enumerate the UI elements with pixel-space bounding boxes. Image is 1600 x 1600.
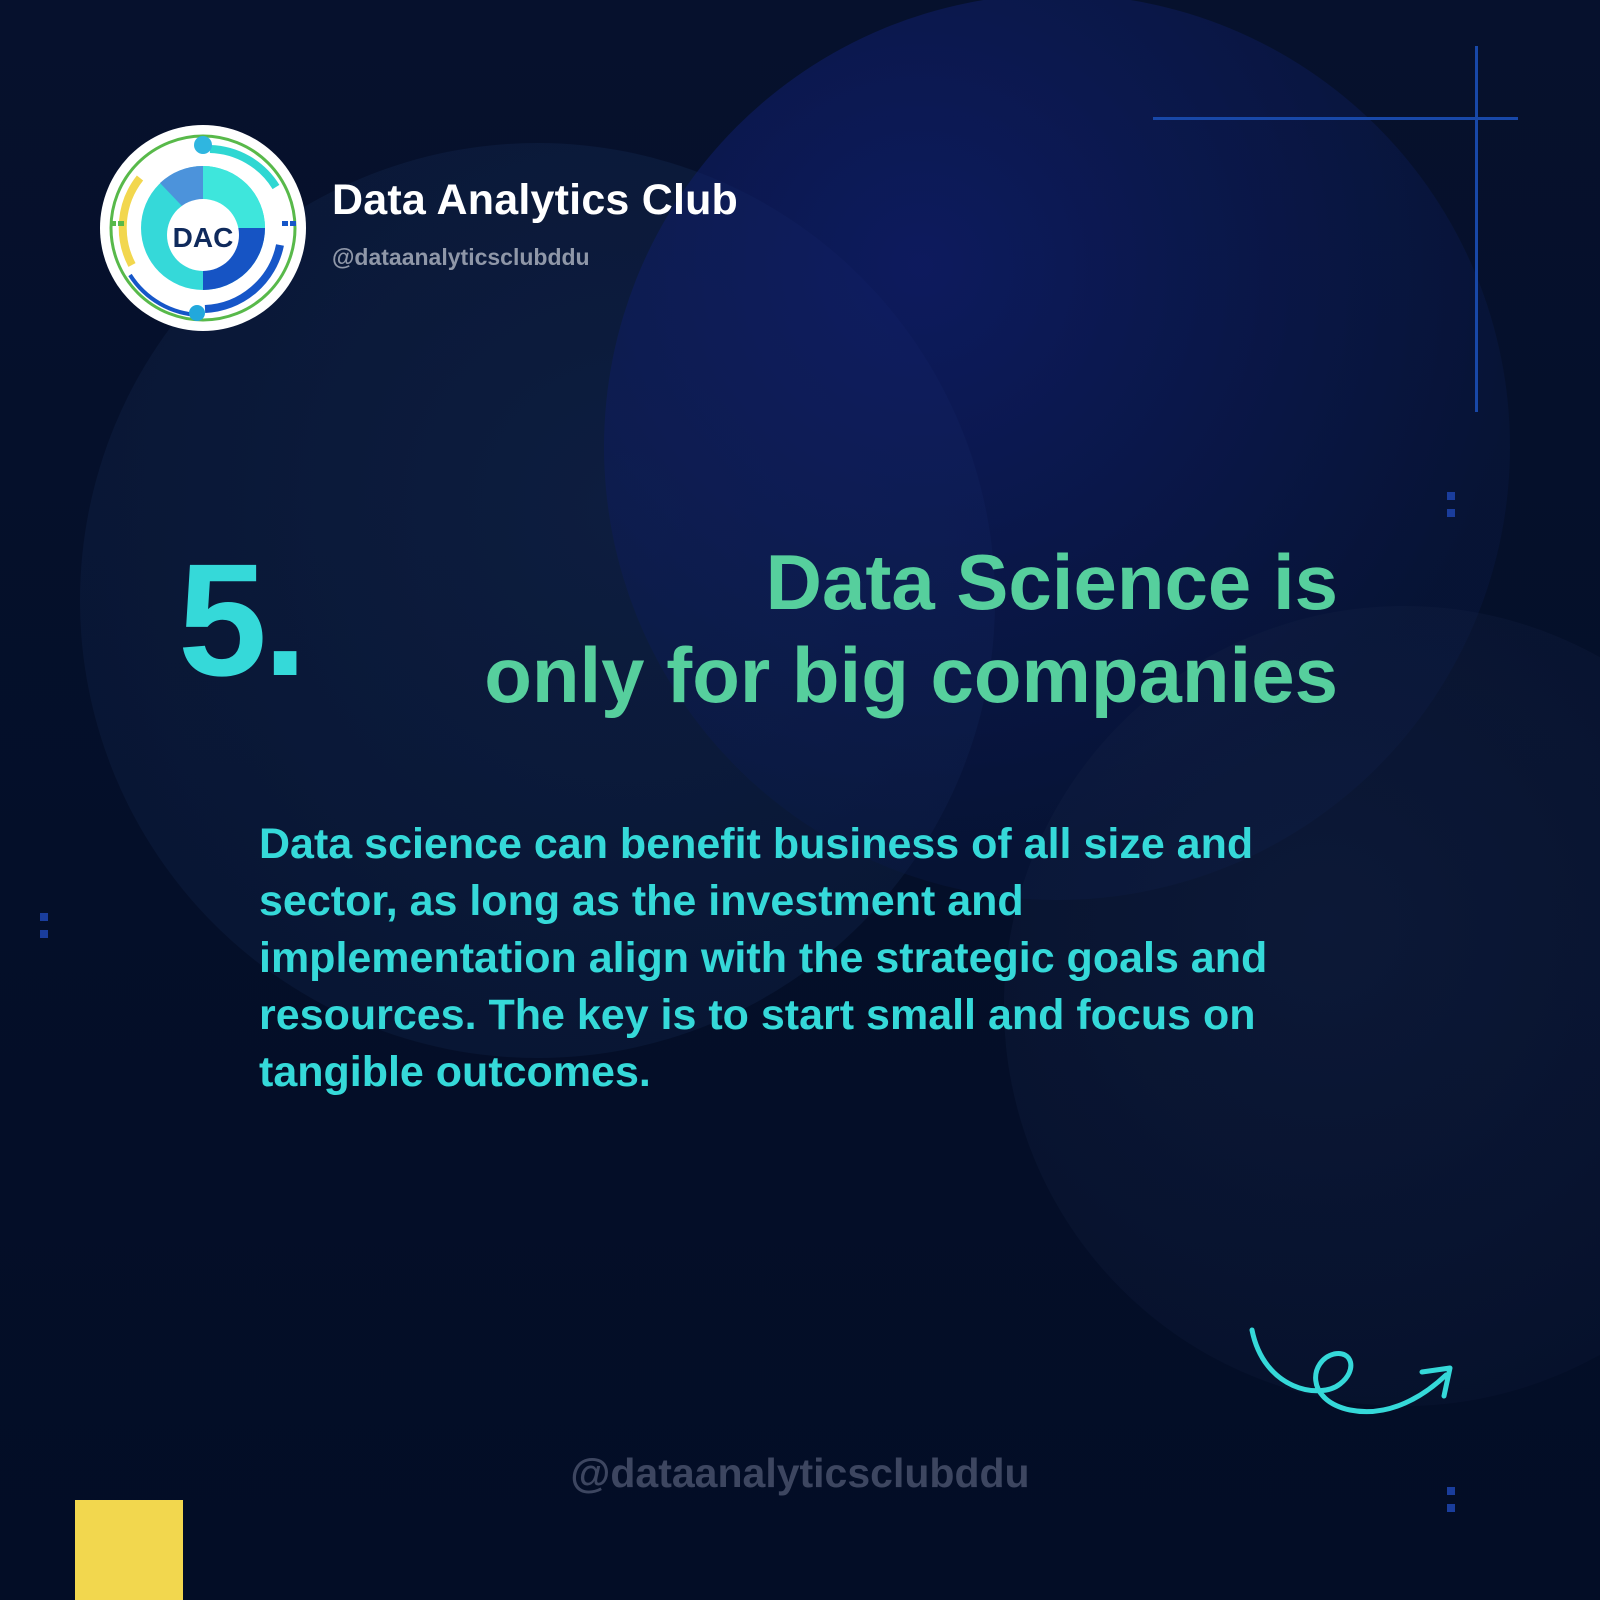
dac-logo-icon: DAC bbox=[100, 125, 306, 331]
club-name: Data Analytics Club bbox=[332, 176, 739, 224]
slide: DAC Data Analytics Club @dataanalyticscl… bbox=[0, 0, 1600, 1600]
club-handle: @dataanalyticsclubddu bbox=[332, 244, 590, 270]
body-line: Data science can benefit business of all… bbox=[259, 820, 1254, 868]
body-line: resources. The key is to start small and… bbox=[259, 991, 1256, 1039]
logo-text: DAC bbox=[173, 222, 234, 253]
decorative-dots bbox=[1447, 492, 1455, 526]
headline-line: Data Science is bbox=[765, 538, 1338, 626]
body-line: implementation align with the strategic … bbox=[259, 934, 1268, 982]
footer-handle: @dataanalyticsclubddu bbox=[570, 1450, 1030, 1496]
decorative-square bbox=[75, 1500, 183, 1600]
body-line: sector, as long as the investment and bbox=[259, 877, 1024, 925]
curly-arrow-icon bbox=[1249, 1327, 1453, 1414]
headline: Data Science is only for big companies bbox=[380, 536, 1338, 722]
headline-line: only for big companies bbox=[484, 631, 1338, 719]
body-paragraph: Data science can benefit business of all… bbox=[259, 816, 1459, 1101]
decorative-dots bbox=[40, 913, 48, 947]
body-line: tangible outcomes. bbox=[259, 1048, 651, 1096]
item-number: 5. bbox=[178, 530, 307, 709]
decorative-line-vertical bbox=[1475, 46, 1478, 412]
decorative-line-horizontal bbox=[1153, 117, 1518, 120]
